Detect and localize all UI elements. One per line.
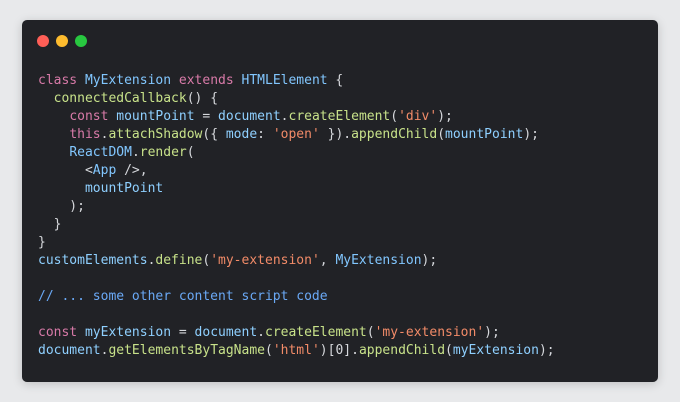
code-window: class MyExtension extends HTMLElement { …: [22, 20, 658, 382]
code-line-13: // ... some other content script code: [38, 289, 328, 304]
maximize-dot[interactable]: [75, 35, 87, 47]
code-line-6: <App />,: [38, 163, 148, 178]
code-line-10: }: [38, 235, 46, 250]
code-line-5: ReactDOM.render(: [69, 145, 195, 160]
code-line-4: this.attachShadow({ mode: 'open' }).appe…: [69, 127, 539, 142]
code-line-16: document.getElementsByTagName('html')[0]…: [38, 343, 555, 358]
close-dot[interactable]: [37, 35, 49, 47]
code-line-9: }: [38, 217, 62, 232]
code-line-8: );: [38, 199, 85, 214]
code-line-11: customElements.define('my-extension', My…: [38, 253, 438, 268]
minimize-dot[interactable]: [56, 35, 68, 47]
code-line-15: const myExtension = document.createEleme…: [38, 325, 500, 340]
code-line-1: class MyExtension extends HTMLElement {: [38, 73, 344, 88]
code-line-2: connectedCallback() {: [53, 91, 219, 106]
code-line-3: const mountPoint = document.createElemen…: [69, 109, 453, 124]
window-controls: [37, 35, 87, 47]
code-line-7: mountPoint: [84, 181, 164, 196]
code-editor: class MyExtension extends HTMLElement { …: [38, 72, 646, 372]
